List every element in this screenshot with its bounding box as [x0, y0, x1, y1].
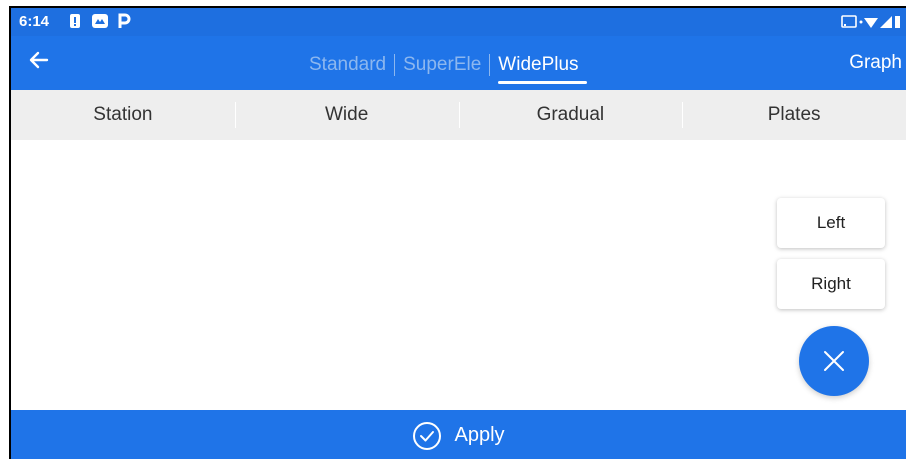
tab-wideplus[interactable]: WidePlus: [490, 54, 587, 84]
alert-icon: [69, 13, 81, 33]
apply-label: Apply: [454, 424, 505, 446]
table-body: [11, 140, 906, 410]
back-arrow-icon[interactable]: [27, 48, 57, 78]
app-window: 6:14 Standard SuperEle WidePlus Graph St…: [9, 6, 906, 459]
status-bar: 6:14: [11, 8, 906, 36]
column-gradual: Gradual: [458, 102, 683, 128]
check-circle-icon: [413, 421, 442, 450]
close-fab-button[interactable]: [799, 326, 869, 396]
column-wide: Wide: [234, 102, 459, 128]
mode-tabs: Standard SuperEle WidePlus: [301, 50, 587, 84]
close-icon: [824, 351, 844, 371]
status-time: 6:14: [19, 13, 50, 30]
table-header: Station Wide Gradual Plates: [11, 90, 906, 140]
signal-icon: [880, 16, 892, 28]
graph-button[interactable]: Graph: [849, 52, 902, 74]
right-button[interactable]: Right: [777, 259, 885, 309]
battery-icon: [895, 16, 900, 28]
tab-superele[interactable]: SuperEle: [395, 54, 489, 76]
left-button[interactable]: Left: [777, 198, 885, 248]
column-station: Station: [93, 104, 153, 125]
photos-icon: [91, 13, 109, 33]
app-bar: Standard SuperEle WidePlus Graph: [11, 36, 906, 90]
parking-icon: [117, 13, 131, 33]
wifi-icon: [864, 18, 878, 28]
system-status-icons: [840, 13, 900, 34]
apply-button[interactable]: Apply: [11, 410, 906, 459]
tab-standard[interactable]: Standard: [301, 54, 394, 76]
cast-icon: [841, 15, 857, 28]
column-plates: Plates: [682, 102, 906, 128]
